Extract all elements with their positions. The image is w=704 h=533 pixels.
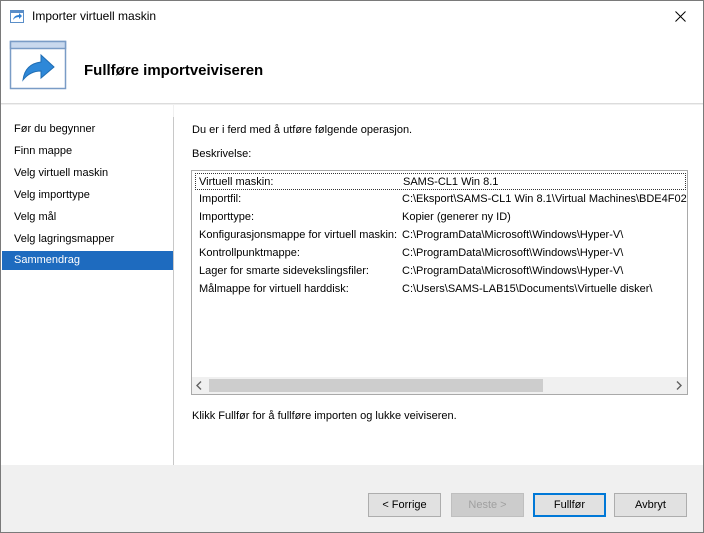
hyper-v-import-icon xyxy=(10,10,24,23)
summary-value: C:\Users\SAMS-LAB15\Documents\Virtuelle … xyxy=(402,283,653,295)
window-title: Importer virtuell maskin xyxy=(32,9,157,23)
wizard-steps-sidebar: Før du begynner Finn mappe Velg virtuell… xyxy=(1,105,174,465)
summary-value: C:\ProgramData\Microsoft\Windows\Hyper-V… xyxy=(402,247,624,259)
import-wizard-window: Importer virtuell maskin Fullføre import… xyxy=(0,0,704,533)
summary-key: Importfil: xyxy=(199,193,242,205)
page-heading: Fullføre importveiviseren xyxy=(84,62,264,79)
finish-instruction: Klikk Fullfør for å fullføre importen og… xyxy=(192,410,457,422)
step-choose-storage-folders[interactable]: Velg lagringsmapper xyxy=(2,230,173,249)
summary-key: Målmappe for virtuell harddisk: xyxy=(199,283,349,295)
step-choose-destination[interactable]: Velg mål xyxy=(2,208,173,227)
scroll-left-icon[interactable] xyxy=(196,381,202,390)
import-wizard-icon xyxy=(9,40,67,90)
summary-key: Kontrollpunktmappe: xyxy=(199,247,300,259)
scrollbar-thumb[interactable] xyxy=(209,379,543,392)
summary-key: Konfigurasjonsmappe for virtuell maskin: xyxy=(199,229,398,241)
cancel-button[interactable]: Avbryt xyxy=(614,493,687,517)
step-choose-import-type[interactable]: Velg importtype xyxy=(2,186,173,205)
description-label: Beskrivelse: xyxy=(192,148,252,160)
scroll-right-icon[interactable] xyxy=(676,381,682,390)
close-icon xyxy=(674,11,686,22)
horizontal-scrollbar[interactable] xyxy=(192,377,687,394)
button-bar: < Forrige Neste > Fullfør Avbryt xyxy=(1,465,703,532)
finish-button[interactable]: Fullfør xyxy=(533,493,606,517)
title-bar: Importer virtuell maskin xyxy=(1,1,703,32)
step-locate-folder[interactable]: Finn mappe xyxy=(2,142,173,161)
summary-value: C:\ProgramData\Microsoft\Windows\Hyper-V… xyxy=(402,265,624,277)
summary-value: SAMS-CL1 Win 8.1 xyxy=(403,176,499,188)
summary-key: Virtuell maskin: xyxy=(199,176,274,188)
summary-key: Lager for smarte sidevekslingsfiler: xyxy=(199,265,369,277)
summary-value: C:\ProgramData\Microsoft\Windows\Hyper-V… xyxy=(402,229,624,241)
summary-key: Importtype: xyxy=(199,211,255,223)
summary-value: Kopier (generer ny ID) xyxy=(402,211,511,223)
summary-row[interactable]: Virtuell maskin: SAMS-CL1 Win 8.1 xyxy=(195,173,686,190)
step-select-virtual-machine[interactable]: Velg virtuell maskin xyxy=(2,164,173,183)
summary-list[interactable]: Virtuell maskin: SAMS-CL1 Win 8.1 Import… xyxy=(191,170,688,395)
close-button[interactable] xyxy=(657,1,703,32)
next-button[interactable]: Neste > xyxy=(451,493,524,517)
intro-text: Du er i ferd med å utføre følgende opera… xyxy=(192,124,413,136)
step-before-you-begin[interactable]: Før du begynner xyxy=(2,120,173,139)
summary-panel: Du er i ferd med å utføre følgende opera… xyxy=(174,105,703,465)
summary-value: C:\Eksport\SAMS-CL1 Win 8.1\Virtual Mach… xyxy=(402,193,688,205)
step-summary[interactable]: Sammendrag xyxy=(2,251,173,270)
previous-button[interactable]: < Forrige xyxy=(368,493,441,517)
wizard-header: Fullføre importveiviseren xyxy=(1,32,703,104)
